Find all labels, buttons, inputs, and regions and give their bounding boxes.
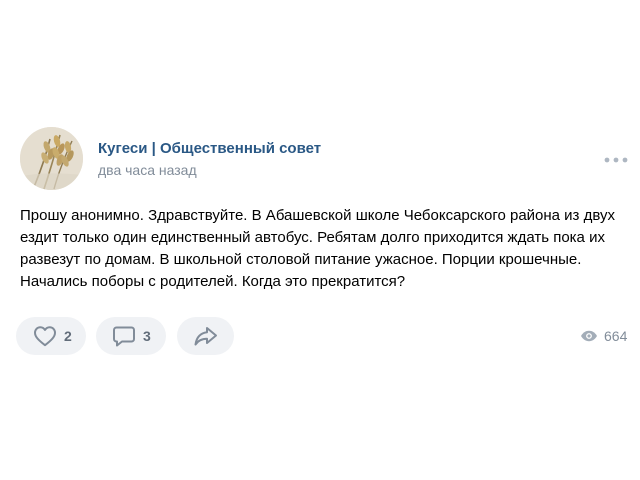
post-time[interactable]: два часа назад	[98, 162, 197, 178]
views-counter: 664	[580, 326, 627, 346]
comment-button[interactable]: 3	[96, 317, 166, 355]
wheat-ears-icon	[20, 127, 83, 190]
like-button[interactable]: 2	[16, 317, 86, 355]
like-count: 2	[64, 328, 72, 344]
eye-icon	[581, 330, 597, 342]
comment-icon	[113, 326, 135, 347]
share-button[interactable]	[177, 317, 234, 355]
share-arrow-icon	[194, 327, 217, 346]
community-avatar[interactable]	[20, 127, 83, 190]
post-text: Прошу анонимно. Здравствуйте. В Абашевск…	[20, 207, 615, 290]
more-options-button[interactable]	[600, 151, 632, 169]
heart-icon	[34, 326, 56, 347]
post-card: Кугеси | Общественный совет два часа наз…	[0, 0, 640, 480]
views-count: 664	[604, 328, 628, 344]
more-horizontal-icon	[604, 157, 628, 163]
comment-count: 3	[143, 328, 151, 344]
community-name-link[interactable]: Кугеси | Общественный совет	[98, 140, 321, 157]
